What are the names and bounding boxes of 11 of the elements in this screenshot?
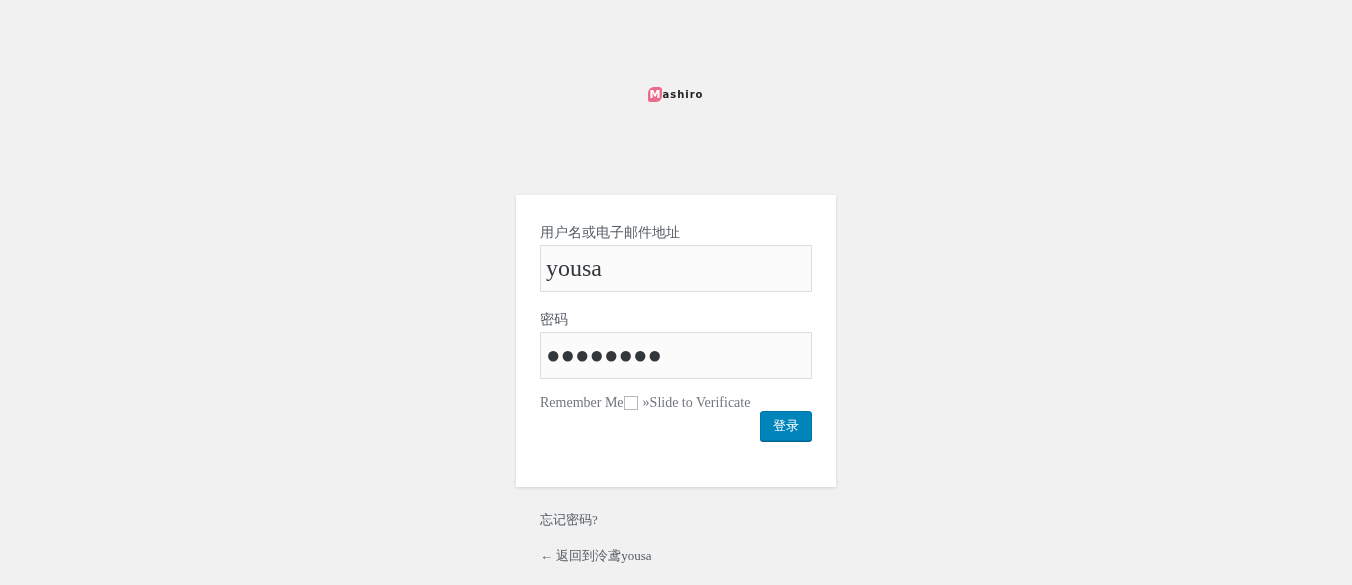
username-field[interactable]: yousa — [540, 245, 812, 292]
password-field[interactable]: ●●●●●●●● — [540, 332, 812, 379]
remember-label: Remember Me — [540, 395, 624, 411]
logo[interactable]: M ashiro — [648, 84, 704, 104]
nav-link[interactable]: ← 返回到泠鸢yousa — [540, 547, 652, 565]
slide-verify-text[interactable]: »Slide to Verificate — [642, 395, 751, 411]
nav-link[interactable]: 忘记密码? — [540, 511, 598, 529]
field-label: 用户名或电子邮件地址 — [540, 224, 681, 242]
login-button[interactable]: 登录 — [760, 411, 812, 441]
remember-checkbox[interactable] — [623, 396, 638, 410]
field-label: 密码 — [540, 311, 569, 329]
